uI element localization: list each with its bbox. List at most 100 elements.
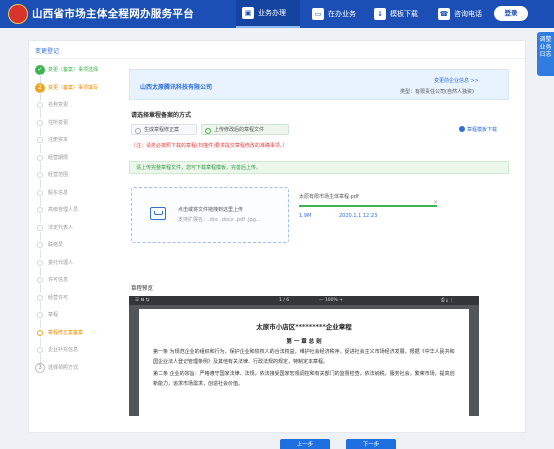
next-step-button[interactable]: 下一步 <box>346 439 396 449</box>
step-item[interactable]: 章程 <box>35 311 119 329</box>
step-dot-icon <box>37 189 43 196</box>
page-title: 变更登记 <box>35 48 60 55</box>
step-item[interactable]: 股东信息 <box>35 189 119 207</box>
radio-icon <box>205 127 211 134</box>
step-dot-icon <box>37 294 43 301</box>
pdf-toolbar-tools[interactable]: ⎙ ⤓ ⋮ <box>441 296 454 305</box>
step-dot-icon <box>37 207 43 213</box>
side-tab-business-log[interactable]: 调整业务日志 <box>537 32 554 76</box>
step-item[interactable]: 委托代理人 <box>35 259 119 277</box>
step-label: 委托代理人 <box>48 259 74 266</box>
login-button[interactable]: 登录 <box>494 6 528 21</box>
step-dot-icon <box>37 329 43 336</box>
step-dot-icon <box>37 137 43 143</box>
step-connector <box>39 179 41 188</box>
step-dot-icon <box>37 312 43 318</box>
radio-icon <box>135 127 141 134</box>
upload-tip: 请上传完整章程文件，您可下载章程模板，完善后上传。 <box>129 161 509 174</box>
nav-in-progress[interactable]: ▭ 在办业务 <box>306 0 364 28</box>
nav-label: 咨询电话 <box>454 10 482 18</box>
step-connector <box>39 74 41 83</box>
step-connector <box>39 231 41 241</box>
step-connector <box>39 249 41 258</box>
step-connector <box>39 161 41 171</box>
file-size: 1.9M <box>299 213 312 219</box>
option-upload-articles[interactable]: 上传修改后的章程文件 <box>201 124 289 135</box>
step-label: 股东信息 <box>48 189 69 196</box>
step-label: 联络员 <box>48 242 64 248</box>
step-item[interactable]: 名称变更 <box>35 101 119 119</box>
file-meta: 1.9M 2020.1.1 12:23 <box>299 213 439 219</box>
step-label: 经营范围 <box>48 172 69 178</box>
nav-label: 模板下载 <box>390 10 418 18</box>
template-download-link[interactable]: 章程模板下载 <box>459 126 497 133</box>
step-dot-icon <box>37 224 43 231</box>
doc-title: 太原市小店区*********企业章程 <box>256 323 352 331</box>
download-icon <box>459 126 465 132</box>
folder-icon <box>150 207 166 220</box>
step-dot-icon <box>37 119 43 126</box>
doc-chapter: 第 一 章 总 则 <box>286 339 322 345</box>
step-item[interactable]: 经营范围 <box>35 171 119 189</box>
pdf-zoom[interactable]: — 100% + <box>319 296 343 305</box>
preview-label: 章程预览 <box>131 286 154 292</box>
step-connector <box>39 266 41 276</box>
step-label: 企业补充信息 <box>48 347 79 353</box>
step-label: 经营期限 <box>48 154 69 161</box>
step-item[interactable]: 2 变更（备案）事项填写 <box>35 82 119 102</box>
step-item[interactable]: 高级管理人员 <box>35 206 119 224</box>
upload-dropzone[interactable]: 点击或将文件拖拽到这里上传 支持扩展名：.doc .docx .pdf .jpg… <box>131 187 289 243</box>
doc-paragraph: 第一条 为规范企业的组织和行为，保护企业和债权人的合法权益，维护社会经济秩序，促… <box>153 349 455 365</box>
file-name: 太原有限市场主体章程.pdf <box>299 194 359 200</box>
step-label: 变更（备案）事项选择 <box>48 67 99 73</box>
nav-label: 在办业务 <box>328 10 356 18</box>
step-label: 法定代表人 <box>48 224 74 231</box>
step-dot-icon <box>37 259 43 266</box>
step-label: 注册资本 <box>48 137 69 143</box>
step-dot-icon <box>37 154 43 161</box>
company-name: 山西太原腾讯科技有限公司 <box>140 84 213 91</box>
step-item[interactable]: 3 选择领照方式 <box>35 362 119 382</box>
step-connector <box>39 319 41 328</box>
step-label: 选择领照方式 <box>48 364 79 371</box>
nav-hotline[interactable]: ☎ 咨询电话 <box>432 0 492 28</box>
file-date: 2020.1.1 12:23 <box>339 213 378 219</box>
step-label: 章程 <box>48 312 59 318</box>
divider <box>29 58 525 59</box>
upload-prompt: 点击或将文件拖拽到这里上传 <box>178 207 244 213</box>
step-item[interactable]: 企业补充信息 <box>35 346 119 364</box>
step-label: 经营许可 <box>48 294 69 301</box>
step-item[interactable]: 经营期限 <box>35 154 119 172</box>
step-item[interactable]: 住所变更 <box>35 119 119 137</box>
upload-progress-fill <box>299 205 437 207</box>
pdf-page: 太原市小店区*********企业章程 第 一 章 总 则 第一条 为规范企业的… <box>139 309 469 416</box>
briefcase-icon: ▣ <box>242 7 254 19</box>
pdf-toolbar-left[interactable]: ☰ ⊟ ⇆ <box>135 296 149 305</box>
step-dot-icon <box>37 277 43 283</box>
step-item[interactable]: 章程修正案备案 <box>35 329 119 347</box>
step-item[interactable]: 注册资本 <box>35 136 119 154</box>
step-item[interactable]: ✓ 变更（备案）事项选择 <box>35 65 119 84</box>
company-type: 类型：有限责任公司(自然人独资) <box>400 89 474 95</box>
previous-info-link[interactable]: 变更前企业信息 >> <box>434 77 479 84</box>
step-label: 章程修正案备案 <box>48 329 84 336</box>
step-item[interactable]: 法定代表人 <box>35 224 119 242</box>
step-item[interactable]: 经营许可 <box>35 294 119 312</box>
step-dot-icon: 3 <box>35 362 45 373</box>
prev-step-button[interactable]: 上一步 <box>280 439 330 449</box>
uploaded-file: 太原有限市场主体章程.pdf × 1.9M 2020.1.1 12:23 <box>299 193 439 219</box>
step-label: 许可信息 <box>48 277 69 283</box>
pdf-viewer[interactable]: ☰ ⊟ ⇆ 1 / 6 — 100% + ⎙ ⤓ ⋮ 太原市小店区*******… <box>129 296 479 416</box>
step-connector <box>39 126 41 136</box>
option-generate-amendment[interactable]: 生成章程修正案 <box>131 124 197 135</box>
step-connector <box>39 109 41 118</box>
step-item[interactable]: 许可信息 <box>35 276 119 294</box>
step-label: 住所变更 <box>48 119 69 126</box>
step-connector <box>39 354 41 363</box>
nav-business[interactable]: ▣ 业务办理 <box>236 0 300 28</box>
step-connector <box>39 336 41 346</box>
step-connector <box>39 284 41 293</box>
step-item[interactable]: 联络员 <box>35 241 119 259</box>
nav-template-download[interactable]: ↓ 模板下载 <box>368 0 428 28</box>
filing-method-heading: 请选择章程备案的方式 <box>131 112 192 119</box>
